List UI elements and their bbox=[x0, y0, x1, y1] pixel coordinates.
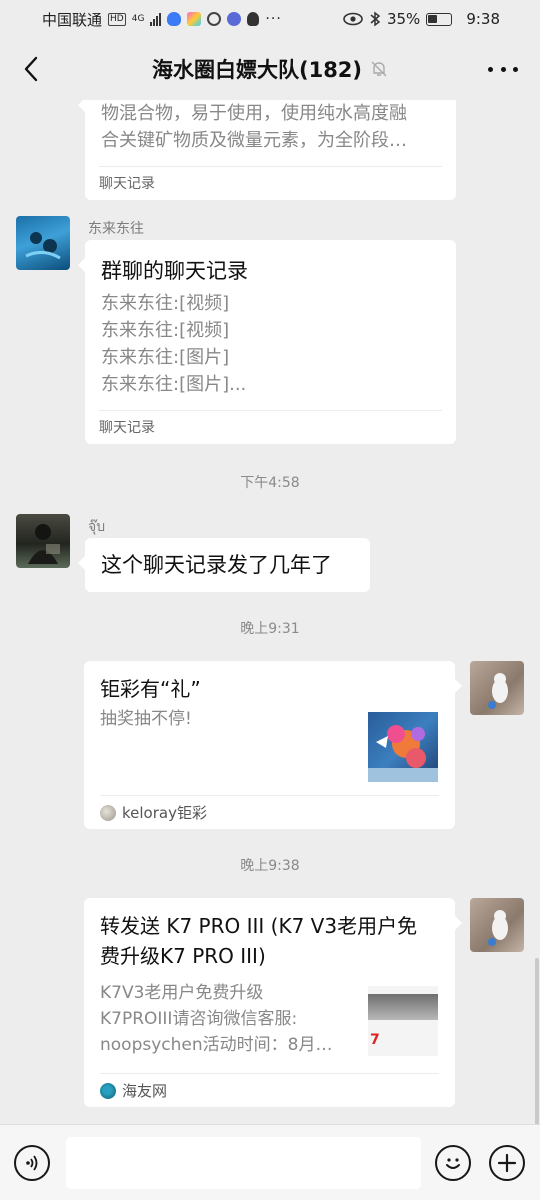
emoji-button[interactable] bbox=[435, 1145, 471, 1181]
record-preview-line: 东来东往:[视频] bbox=[101, 293, 230, 314]
input-bar bbox=[0, 1124, 540, 1200]
avatar[interactable] bbox=[16, 514, 70, 568]
voice-icon bbox=[26, 1155, 38, 1171]
record-preview-line: 东来东往:[视频] bbox=[101, 320, 230, 341]
link-source: keloray钜彩 bbox=[100, 795, 439, 829]
message-text: 这个聊天记录发了几年了 bbox=[101, 553, 332, 577]
link-source-name: keloray钜彩 bbox=[122, 803, 207, 822]
timestamp: 晚上9:31 bbox=[240, 621, 300, 637]
circle-app-icon bbox=[207, 12, 222, 26]
plus-icon bbox=[497, 1153, 517, 1173]
chat-record-bubble[interactable]: 物混合物，易于使用，使用纯水高度融 合关键矿物质及微量元素，为全阶段… 聊天记录 bbox=[78, 100, 456, 200]
chat-title: 海水圈白嫖大队(182) bbox=[151, 58, 363, 82]
music-app-icon bbox=[227, 12, 242, 26]
carrier-label: 中国联通 bbox=[42, 10, 103, 29]
chat-message-list[interactable]: 物混合物，易于使用，使用纯水高度融 合关键矿物质及微量元素，为全阶段… 聊天记录… bbox=[0, 100, 540, 1124]
bluetooth-icon bbox=[370, 11, 381, 27]
message-input[interactable] bbox=[66, 1137, 421, 1189]
avatar[interactable] bbox=[16, 216, 70, 270]
status-bar: 中国联通 HD 4G ··· 35% 9:38 bbox=[0, 0, 540, 38]
link-thumbnail: 7 bbox=[368, 986, 438, 1056]
record-preview-line: 东来东往:[图片]... bbox=[101, 374, 247, 395]
network-badge: 4G bbox=[131, 13, 145, 24]
back-button[interactable] bbox=[14, 52, 48, 86]
more-notifications-icon: ··· bbox=[265, 11, 282, 27]
link-description-line: noopsychen活动时间：8月… bbox=[100, 1035, 333, 1055]
record-preview-line: 东来东往:[图片] bbox=[101, 347, 230, 368]
text-message-bubble[interactable]: 这个聊天记录发了几年了 bbox=[78, 538, 370, 592]
gallery-app-icon bbox=[187, 12, 202, 26]
own-avatar[interactable] bbox=[470, 898, 524, 952]
eye-icon bbox=[343, 12, 363, 26]
source-logo-icon bbox=[100, 1082, 116, 1099]
battery-percent: 35% bbox=[386, 10, 421, 28]
nav-bar: 海水圈白嫖大队(182) bbox=[0, 38, 540, 100]
bell-off-icon bbox=[371, 61, 387, 77]
link-source-name: 海友网 bbox=[122, 1081, 168, 1100]
thumbnail-text: 7 bbox=[370, 1032, 380, 1048]
link-description: 抽奖抽不停! bbox=[100, 709, 192, 729]
timestamp: 晚上9:38 bbox=[240, 858, 300, 874]
link-source: 海友网 bbox=[100, 1073, 439, 1107]
link-thumbnail bbox=[368, 712, 438, 782]
battery-icon bbox=[426, 12, 453, 26]
plus-button[interactable] bbox=[489, 1145, 525, 1181]
clock: 9:38 bbox=[466, 10, 500, 28]
link-title: 转发送 K7 PRO III (K7 V3老用户免费升级K7 PRO III) bbox=[100, 914, 418, 968]
scrollbar[interactable] bbox=[535, 958, 539, 1124]
signal-icon bbox=[150, 12, 162, 26]
link-card[interactable]: 钜彩有“礼” 抽奖抽不停! keloray钜彩 bbox=[84, 661, 462, 829]
record-footer: 聊天记录 bbox=[99, 410, 442, 444]
link-description-line: K7V3老用户免费升级 bbox=[100, 983, 264, 1003]
link-card[interactable]: 转发送 K7 PRO III (K7 V3老用户免费升级K7 PRO III) … bbox=[84, 898, 462, 1107]
record-preview-line: 合关键矿物质及微量元素，为全阶段… bbox=[101, 130, 407, 151]
shield-app-icon bbox=[167, 12, 182, 26]
timestamp: 下午4:58 bbox=[240, 475, 300, 491]
link-title: 钜彩有“礼” bbox=[100, 677, 201, 701]
emoji-icon bbox=[446, 1158, 460, 1169]
sender-name: จุ๊บ bbox=[88, 519, 106, 535]
link-description-line: K7PROIII请咨询微信客服: bbox=[100, 1009, 298, 1029]
record-title: 群聊的聊天记录 bbox=[101, 259, 248, 283]
chat-record-bubble[interactable]: 群聊的聊天记录 东来东往:[视频] 东来东往:[视频] 东来东往:[图片] 东来… bbox=[78, 240, 456, 444]
record-footer: 聊天记录 bbox=[99, 166, 442, 200]
chevron-left-icon bbox=[24, 56, 38, 82]
hd-badge: HD bbox=[108, 12, 126, 26]
own-avatar[interactable] bbox=[470, 661, 524, 715]
voice-button[interactable] bbox=[14, 1145, 50, 1181]
more-options-button[interactable] bbox=[488, 58, 518, 80]
source-logo-icon bbox=[100, 804, 116, 821]
qq-app-icon bbox=[247, 12, 260, 26]
record-preview-line: 物混合物，易于使用，使用纯水高度融 bbox=[101, 103, 407, 124]
sender-name: 东来东往 bbox=[88, 221, 144, 237]
